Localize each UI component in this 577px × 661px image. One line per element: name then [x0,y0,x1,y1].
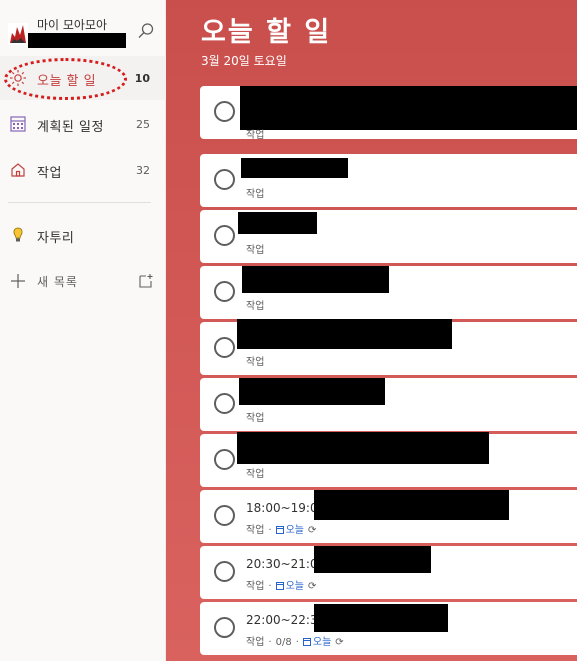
main-panel: 오늘 할 일 3월 20일 토요일 작업 작업 작업 작업 작업 작업 작업 1… [166,0,577,661]
nav-label: 자투리 [37,231,75,246]
search-icon[interactable] [137,22,155,40]
task-meta: 작업 [246,126,264,141]
complete-checkbox[interactable] [214,169,235,190]
page-date: 3월 20일 토요일 [201,54,287,68]
due-label: 오늘 [285,525,304,536]
meta-separator: · [268,637,272,648]
task-meta: 작업 [246,185,264,200]
list-item-jaturi[interactable]: 자투리 [0,213,166,257]
page-title: 오늘 할 일 [201,17,332,48]
redacted-title [241,158,348,178]
meta-separator: · [268,581,272,592]
step-count: 0/8 [275,637,292,648]
task-meta: 작업 [246,465,264,480]
redacted-title [314,604,448,632]
lightbulb-icon [13,227,23,242]
nav-label: 작업 [37,166,62,181]
redacted-title [237,319,452,349]
task-list-name: 작업 [246,413,265,424]
sun-icon [10,70,26,86]
complete-checkbox[interactable] [214,505,235,526]
plus-icon [11,274,25,288]
divider [8,202,151,203]
complete-checkbox[interactable] [214,617,235,638]
task-list-name: 작업 [246,245,265,256]
repeat-icon: ⟳ [308,525,317,536]
nav-count: 32 [136,164,150,177]
task-list-name: 작업 [246,469,265,480]
new-group-icon[interactable] [138,273,154,289]
repeat-icon: ⟳ [308,581,317,592]
nav-planned[interactable]: 계획된 일정 25 [0,102,166,146]
calendar-icon [275,526,284,534]
avatar [8,23,28,45]
repeat-icon: ⟳ [335,637,344,648]
due-label: 오늘 [285,581,304,592]
complete-checkbox[interactable] [214,225,235,246]
redacted-title [314,490,509,520]
due-date: 오늘 [275,525,304,536]
meta-separator: · [295,637,299,648]
redacted-title [240,86,577,130]
nav-tasks[interactable]: 작업 32 [0,148,166,192]
redacted-email [28,33,126,48]
new-list-label: 새 목록 [37,275,78,289]
task-list-name: 작업 [246,525,265,536]
task-meta: 작업 · 0/8 · 오늘 ⟳ [246,633,344,648]
task-meta: 작업 [246,353,264,368]
redacted-title [237,432,489,464]
task-meta: 작업 · 오늘 ⟳ [246,577,316,592]
task-item[interactable]: 22:00~22:30 작업 · 0/8 · 오늘 ⟳ [200,602,577,655]
nav-count: 25 [136,118,150,131]
due-date: 오늘 [275,581,304,592]
calendar-grid-icon [10,116,26,132]
task-list-name: 작업 [246,581,265,592]
task-item[interactable]: 작업 [200,432,577,487]
task-item[interactable]: 작업 [200,210,577,263]
redacted-title [239,378,385,405]
profile-name: 마이 모아모아 [37,18,108,32]
due-label: 오늘 [312,637,332,648]
redacted-title [314,546,431,573]
nav-my-day[interactable]: 오늘 할 일 10 [0,56,166,100]
complete-checkbox[interactable] [214,337,235,358]
sidebar: 마이 모아모아 오늘 할 일 10 계획된 일정 25 작업 32 자투리 새 … [0,0,166,661]
meta-separator: · [268,525,272,536]
task-item[interactable]: 작업 [200,86,577,141]
home-icon [11,163,25,177]
nav-count: 10 [134,72,150,85]
due-date: 오늘 [302,637,332,648]
task-list-name: 작업 [246,130,265,141]
redacted-title [238,212,317,234]
complete-checkbox[interactable] [214,449,235,470]
task-item[interactable]: 작업 [200,154,577,207]
calendar-icon [302,638,311,646]
complete-checkbox[interactable] [214,393,235,414]
task-item[interactable]: 작업 [200,378,577,431]
task-item[interactable]: 20:30~21:00 작업 · 오늘 ⟳ [200,546,577,599]
calendar-icon [275,582,284,590]
nav-label: 계획된 일정 [37,120,104,135]
complete-checkbox[interactable] [214,101,235,122]
task-item[interactable]: 작업 [200,319,577,375]
redacted-title [242,266,389,293]
task-meta: 작업 [246,241,264,256]
task-item[interactable]: 작업 [200,266,577,319]
task-list-name: 작업 [246,357,265,368]
nav-label: 오늘 할 일 [37,74,97,89]
task-meta: 작업 [246,297,264,312]
task-meta: 작업 [246,409,264,424]
task-item[interactable]: 18:00~19:00 작업 · 오늘 ⟳ [200,490,577,543]
task-list-name: 작업 [246,189,265,200]
task-list-name: 작업 [246,637,265,648]
complete-checkbox[interactable] [214,561,235,582]
task-meta: 작업 · 오늘 ⟳ [246,521,316,536]
complete-checkbox[interactable] [214,281,235,302]
task-list-name: 작업 [246,301,265,312]
